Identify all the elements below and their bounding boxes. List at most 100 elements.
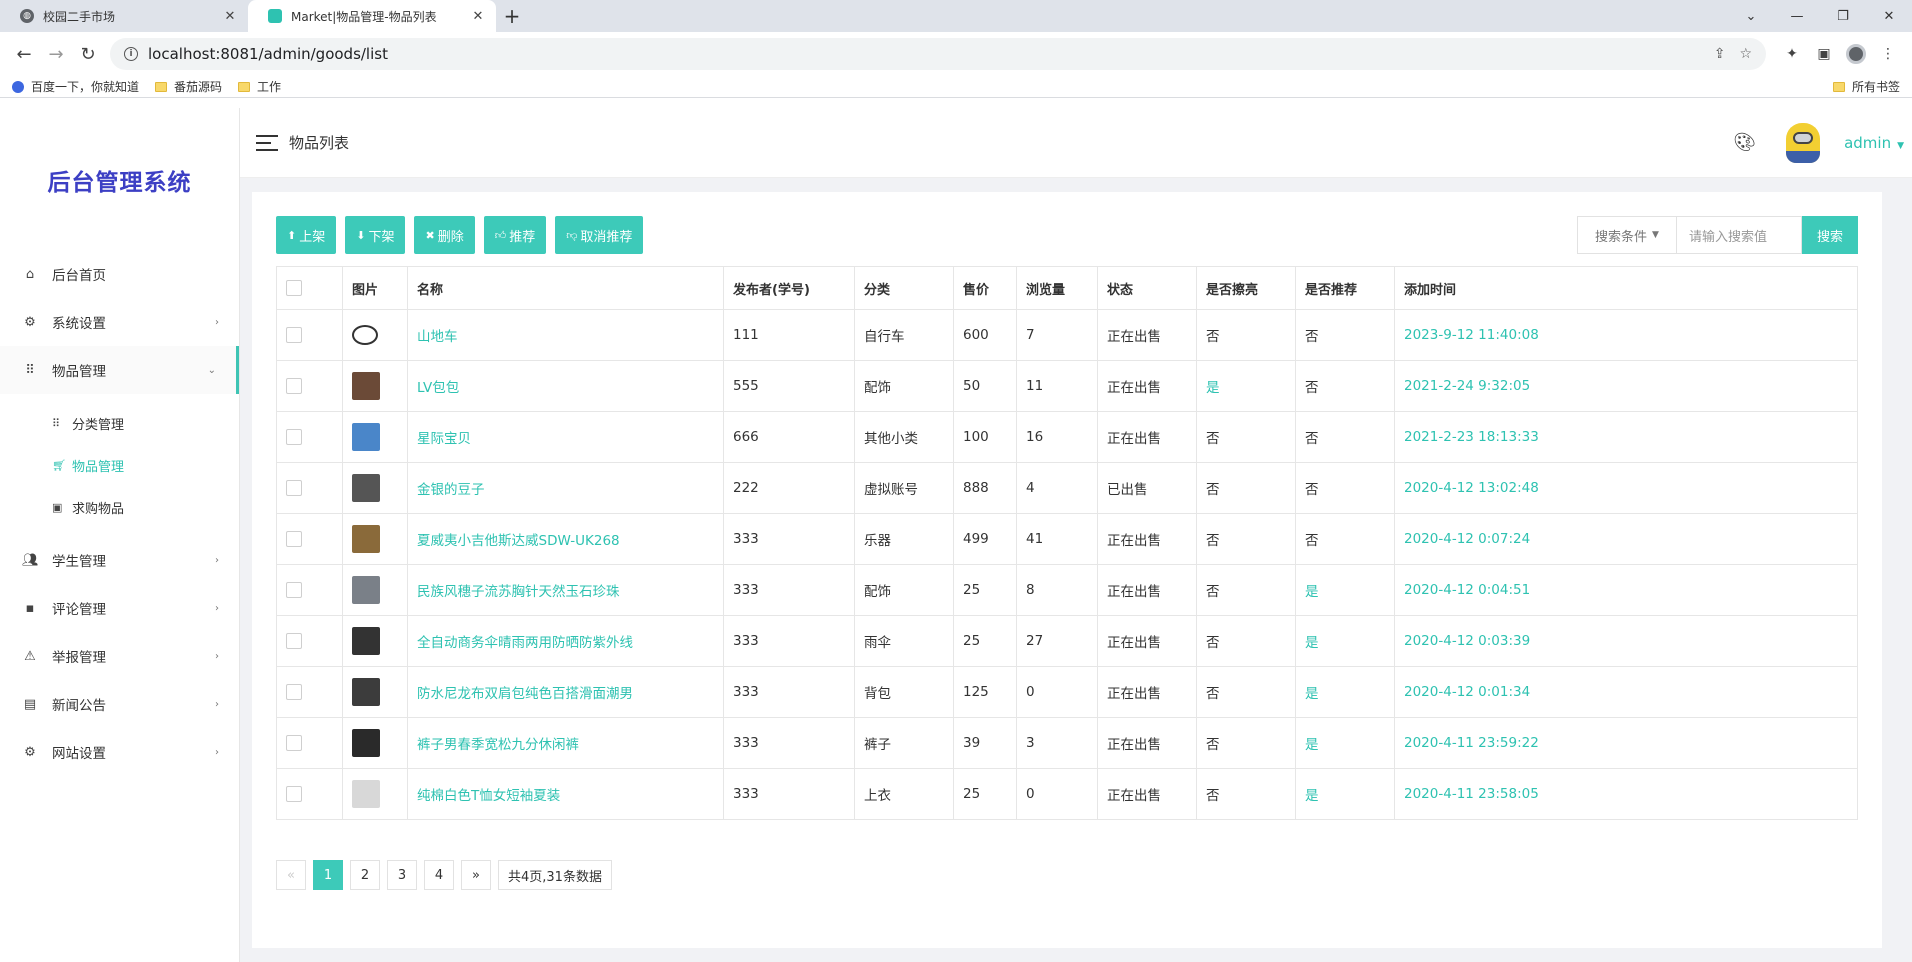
close-window-icon[interactable]: ✕ bbox=[1866, 0, 1912, 32]
goods-thumbnail[interactable] bbox=[352, 678, 380, 706]
goods-thumbnail[interactable] bbox=[352, 729, 380, 757]
menu-item-students[interactable]: 👥︎ 学生管理 › bbox=[0, 536, 239, 584]
page-button-2[interactable]: 2 bbox=[350, 860, 380, 890]
page-button-1[interactable]: 1 bbox=[313, 860, 343, 890]
goods-name-link[interactable]: 民族风穗子流苏胸针天然玉石珍珠 bbox=[417, 584, 620, 600]
hamburger-menu-icon[interactable] bbox=[256, 134, 278, 151]
close-icon[interactable]: ✕ bbox=[222, 9, 238, 24]
menu-item-news[interactable]: ▤ 新闻公告 › bbox=[0, 680, 239, 728]
row-checkbox[interactable] bbox=[286, 327, 302, 343]
site-info-icon[interactable]: i bbox=[124, 47, 138, 61]
back-arrow-icon[interactable]: ← bbox=[8, 38, 40, 70]
goods-thumbnail[interactable] bbox=[352, 525, 380, 553]
share-icon[interactable]: ⇪ bbox=[1714, 46, 1726, 62]
row-checkbox[interactable] bbox=[286, 582, 302, 598]
goods-thumbnail[interactable] bbox=[352, 372, 380, 400]
address-bar[interactable]: i localhost:8081/admin/goods/list ⇪ ☆ bbox=[110, 38, 1766, 70]
row-checkbox[interactable] bbox=[286, 735, 302, 751]
table-row[interactable]: LV包包 555 配饰 50 11 正在出售是否 2021-2-24 9:32:05 bbox=[276, 360, 1858, 412]
bookmark-star-icon[interactable]: ☆ bbox=[1739, 46, 1752, 62]
table-row[interactable]: 星际宝贝 666 其他小类 100 16 正在出售否否 2021-2-23 18:13:33 bbox=[276, 411, 1858, 463]
restore-icon[interactable]: ❐ bbox=[1820, 0, 1866, 32]
reload-icon[interactable]: ↻ bbox=[72, 38, 104, 70]
menu-item-site-settings[interactable]: ⚙ 网站设置 › bbox=[0, 728, 239, 776]
menu-item-system-settings[interactable]: ⚙ 系统设置 › bbox=[0, 298, 239, 346]
goods-name-link[interactable]: 全自动商务伞晴雨两用防晒防紫外线 bbox=[417, 635, 633, 651]
browser-tab[interactable]: ◍ 校园二手市场 ✕ bbox=[0, 0, 248, 32]
goods-thumbnail[interactable] bbox=[352, 627, 380, 655]
menu-item-home[interactable]: ⌂ 后台首页 bbox=[0, 250, 239, 298]
menu-item-reports[interactable]: ⚠ 举报管理 › bbox=[0, 632, 239, 680]
tab-search-chevron-icon[interactable]: ⌄ bbox=[1728, 0, 1774, 32]
window-controls: ⌄ — ❐ ✕ bbox=[1728, 0, 1912, 32]
goods-thumbnail[interactable] bbox=[352, 780, 380, 808]
goods-thumbnail[interactable] bbox=[352, 474, 380, 502]
kebab-menu-icon[interactable]: ⋮ bbox=[1872, 38, 1904, 70]
extensions-puzzle-icon[interactable]: ✦ bbox=[1776, 38, 1808, 70]
forward-arrow-icon[interactable]: → bbox=[40, 38, 72, 70]
search-group: 搜索条件 ▼ 请输入搜索值 搜索 bbox=[1577, 216, 1858, 254]
goods-name-link[interactable]: 星际宝贝 bbox=[417, 431, 471, 447]
goods-thumbnail[interactable] bbox=[352, 325, 378, 345]
bookmark-folder-work[interactable]: 工作 bbox=[238, 78, 281, 95]
minimize-icon[interactable]: — bbox=[1774, 0, 1820, 32]
goods-name-link[interactable]: 夏威夷小吉他斯达威SDW-UK268 bbox=[417, 533, 620, 549]
side-panel-icon[interactable]: ▣ bbox=[1808, 38, 1840, 70]
page-button-3[interactable]: 3 bbox=[387, 860, 417, 890]
table-row[interactable]: 山地车 111 自行车 600 7 正在出售否否 2023-9-12 11:40:08 bbox=[276, 309, 1858, 361]
table-row[interactable]: 夏威夷小吉他斯达威SDW-UK268 333 乐器 499 41 正在出售否否 2020-4… bbox=[276, 513, 1858, 565]
palette-icon[interactable]: 🎨︎ bbox=[1733, 132, 1756, 153]
user-menu[interactable]: admin ▼ bbox=[1844, 134, 1904, 152]
select-all-checkbox[interactable] bbox=[286, 280, 302, 296]
row-checkbox[interactable] bbox=[286, 480, 302, 496]
goods-thumbnail[interactable] bbox=[352, 423, 380, 451]
row-checkbox[interactable] bbox=[286, 378, 302, 394]
recommend-button[interactable]: 👍︎ 推荐 bbox=[483, 216, 547, 254]
search-button[interactable]: 搜索 bbox=[1802, 216, 1858, 254]
row-checkbox[interactable] bbox=[286, 786, 302, 802]
menu-item-goods[interactable]: ⠿ 物品管理 ⌄ bbox=[0, 346, 239, 394]
bookmark-folder-fanqie[interactable]: 番茄源码 bbox=[155, 78, 222, 95]
goods-name-link[interactable]: 裤子男春季宽松九分休闲裤 bbox=[417, 737, 579, 753]
row-checkbox[interactable] bbox=[286, 684, 302, 700]
submenu-item-goods[interactable]: 🛒︎ 物品管理 bbox=[0, 444, 239, 486]
table-row[interactable]: 裤子男春季宽松九分休闲裤 333 裤子 39 3 正在出售否是 2020-4-11 23:5… bbox=[276, 717, 1858, 769]
row-checkbox[interactable] bbox=[286, 531, 302, 547]
all-bookmarks[interactable]: 所有书签 bbox=[1832, 78, 1900, 95]
row-checkbox[interactable] bbox=[286, 429, 302, 445]
table-row[interactable]: 金银的豆子 222 虚拟账号 888 4 已出售否否 2020-4-12 13:02:48 bbox=[276, 462, 1858, 514]
table-row[interactable]: 纯棉白色T恤女短袖夏装 333 上衣 25 0 正在出售否是 2020-4-11 23:58… bbox=[276, 768, 1858, 820]
submenu-item-wanted[interactable]: ▣ 求购物品 bbox=[0, 486, 239, 528]
browser-tab-active[interactable]: Market|物品管理-物品列表 ✕ bbox=[248, 0, 496, 32]
close-icon[interactable]: ✕ bbox=[470, 9, 486, 24]
take-off-shelf-button[interactable]: ⬇ 下架 bbox=[345, 216, 406, 254]
goods-name-link[interactable]: 防水尼龙布双肩包纯色百搭滑面潮男 bbox=[417, 686, 633, 702]
new-tab-plus-icon[interactable]: + bbox=[496, 0, 528, 32]
chevron-down-icon: ⌄ bbox=[207, 364, 216, 376]
goods-name-link[interactable]: LV包包 bbox=[417, 380, 459, 396]
submenu-item-category[interactable]: ⠿ 分类管理 bbox=[0, 402, 239, 444]
search-input[interactable]: 请输入搜索值 bbox=[1676, 216, 1802, 254]
goods-name-link[interactable]: 山地车 bbox=[417, 329, 458, 345]
delete-button[interactable]: ✖ 删除 bbox=[414, 216, 475, 254]
url-text[interactable]: localhost:8081/admin/goods/list bbox=[148, 45, 1700, 63]
table-row[interactable]: 民族风穗子流苏胸针天然玉石珍珠 333 配饰 25 8 正在出售否是 2020-4-12 0… bbox=[276, 564, 1858, 616]
table-row[interactable]: 防水尼龙布双肩包纯色百搭滑面潮男 333 背包 125 0 正在出售否是 2020-4-12… bbox=[276, 666, 1858, 718]
prev-page-button[interactable]: « bbox=[276, 860, 306, 890]
page-button-4[interactable]: 4 bbox=[424, 860, 454, 890]
table-row[interactable]: 全自动商务伞晴雨两用防晒防紫外线 333 雨伞 25 27 正在出售否是 2020-4-12… bbox=[276, 615, 1858, 667]
list-on-shelf-button[interactable]: ⬆ 上架 bbox=[276, 216, 337, 254]
search-condition-select[interactable]: 搜索条件 ▼ bbox=[1577, 216, 1676, 254]
goods-name-link[interactable]: 金银的豆子 bbox=[417, 482, 485, 498]
cancel-recommend-button[interactable]: 👎︎ 取消推荐 bbox=[555, 216, 644, 254]
row-checkbox[interactable] bbox=[286, 633, 302, 649]
bookmark-baidu[interactable]: 百度一下，你就知道 bbox=[12, 78, 139, 95]
profile-avatar-icon[interactable] bbox=[1840, 38, 1872, 70]
menu-item-comments[interactable]: ▪ 评论管理 › bbox=[0, 584, 239, 632]
goods-thumbnail[interactable] bbox=[352, 576, 380, 604]
thumbnail-cell bbox=[342, 411, 408, 463]
goods-name-link[interactable]: 纯棉白色T恤女短袖夏装 bbox=[417, 788, 560, 804]
avatar[interactable] bbox=[1786, 122, 1821, 163]
name-cell: 防水尼龙布双肩包纯色百搭滑面潮男 bbox=[407, 666, 724, 718]
next-page-button[interactable]: » bbox=[461, 860, 491, 890]
